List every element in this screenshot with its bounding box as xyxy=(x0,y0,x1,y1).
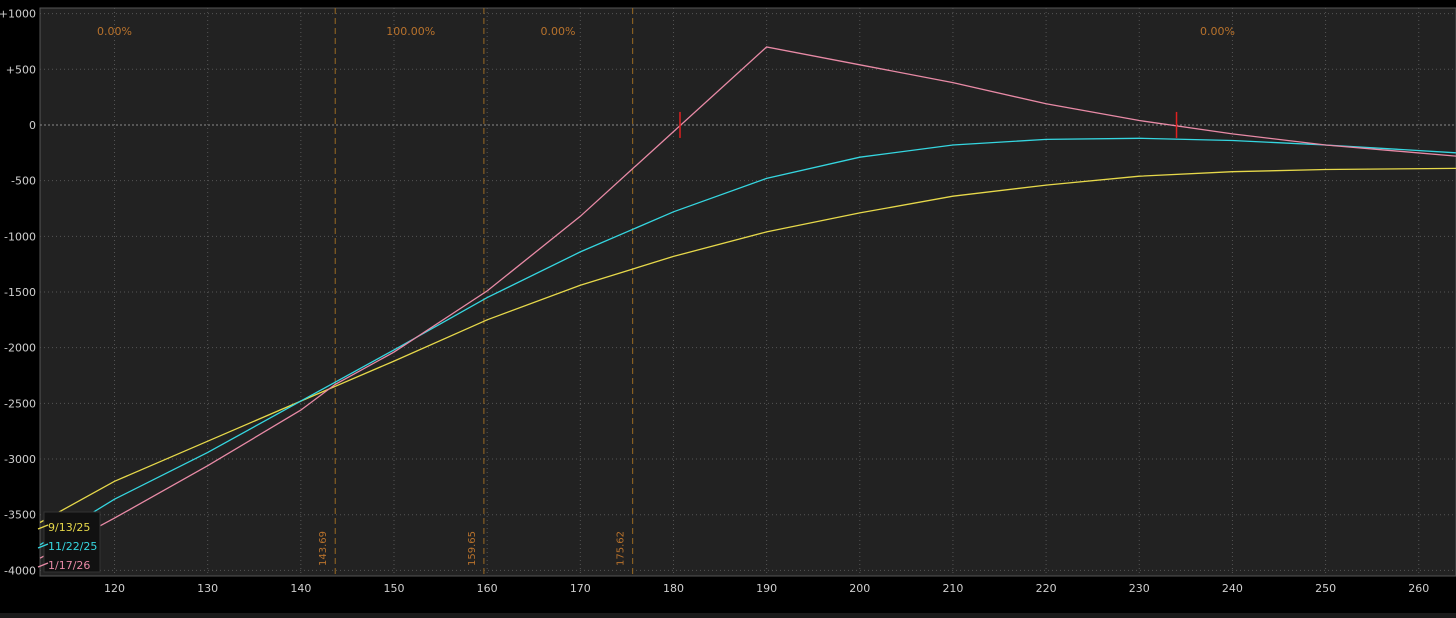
x-tick-label: 120 xyxy=(104,582,125,595)
vertical-marker-label: 175.62 xyxy=(616,531,627,566)
x-tick-label: 170 xyxy=(570,582,591,595)
x-tick-label: 260 xyxy=(1408,582,1429,595)
legend-entry: 9/13/25 xyxy=(48,521,90,534)
y-tick-label: 0 xyxy=(29,119,36,132)
probability-label: 0.00% xyxy=(97,25,132,38)
y-tick-label: -3000 xyxy=(4,453,36,466)
y-tick-label: -1500 xyxy=(4,286,36,299)
x-tick-label: 180 xyxy=(663,582,684,595)
x-tick-label: 250 xyxy=(1315,582,1336,595)
y-tick-label: -2000 xyxy=(4,342,36,355)
y-tick-label: -3500 xyxy=(4,509,36,522)
x-tick-label: 160 xyxy=(477,582,498,595)
x-tick-label: 140 xyxy=(290,582,311,595)
x-tick-label: 210 xyxy=(942,582,963,595)
x-tick-label: 220 xyxy=(1036,582,1057,595)
x-tick-label: 130 xyxy=(197,582,218,595)
y-tick-label: -500 xyxy=(11,175,36,188)
legend: 9/13/25 11/22/25 1/17/26 xyxy=(37,511,101,573)
y-tick-label: -2500 xyxy=(4,397,36,410)
y-tick-label: -1000 xyxy=(4,230,36,243)
x-tick-label: 190 xyxy=(756,582,777,595)
bottom-strip xyxy=(0,613,1456,618)
y-tick-label: +500 xyxy=(6,63,36,76)
legend-entry: 11/22/25 xyxy=(48,540,97,553)
vertical-marker-label: 143.69 xyxy=(318,531,329,566)
y-tick-label: +1000 xyxy=(0,8,36,21)
legend-entry: 1/17/26 xyxy=(48,559,90,572)
x-tick-label: 230 xyxy=(1129,582,1150,595)
y-tick-label: -4000 xyxy=(4,564,36,577)
x-axis-ticks: 120 130 140 150 160 170 180 190 200 210 220 230 240 2… xyxy=(104,582,1429,595)
vertical-marker-label: 159.65 xyxy=(467,531,478,566)
x-tick-label: 150 xyxy=(384,582,405,595)
x-tick-label: 240 xyxy=(1222,582,1243,595)
probability-label: 0.00% xyxy=(1200,25,1235,38)
payoff-chart: 143.69 159.65 175.62 0.00% 100.00% 0.00% 0.00… xyxy=(0,0,1456,618)
probability-label: 100.00% xyxy=(386,25,435,38)
x-tick-label: 200 xyxy=(849,582,870,595)
probability-label: 0.00% xyxy=(540,25,575,38)
